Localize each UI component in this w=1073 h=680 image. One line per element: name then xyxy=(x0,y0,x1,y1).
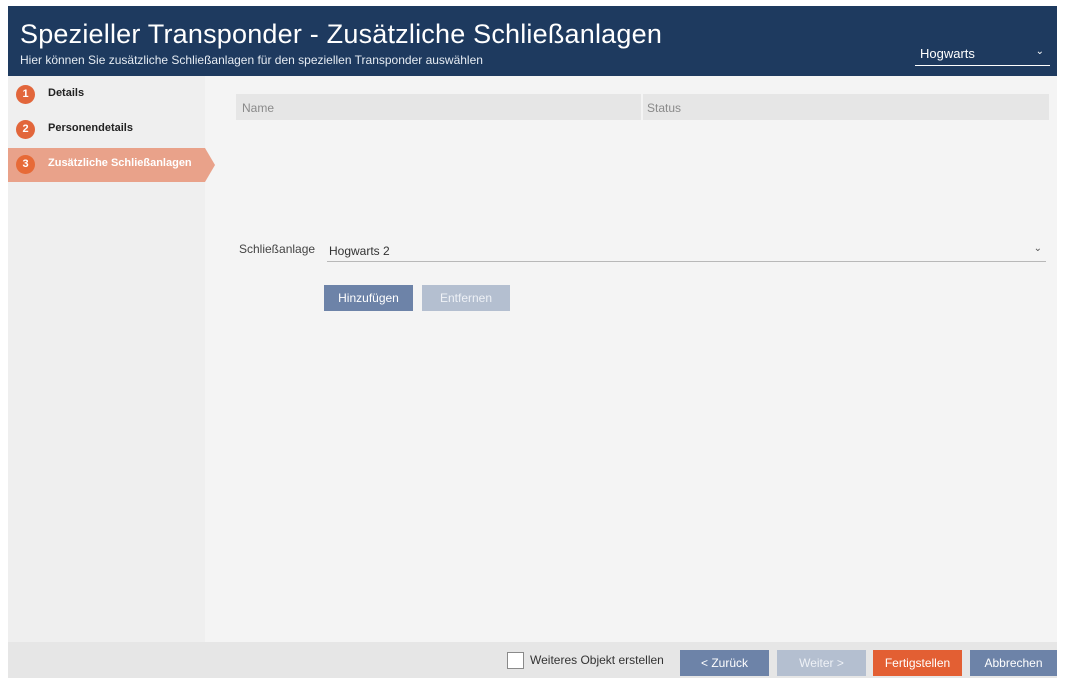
step-number: 2 xyxy=(16,120,35,139)
locking-system-dropdown[interactable]: Hogwarts 2 ⌄ xyxy=(327,240,1046,262)
chevron-down-icon: ⌄ xyxy=(1035,46,1044,57)
step-details[interactable]: 1 Details xyxy=(8,78,205,112)
locking-system-select-value: Hogwarts xyxy=(920,46,975,61)
column-header-name[interactable]: Name xyxy=(242,101,274,115)
step-label: Zusätzliche Schließanlagen xyxy=(48,157,192,169)
back-button[interactable]: < Zurück xyxy=(680,650,769,676)
remove-button[interactable]: Entfernen xyxy=(422,285,510,311)
step-number: 3 xyxy=(16,155,35,174)
wizard-header: Spezieller Transponder - Zusätzliche Sch… xyxy=(8,6,1057,76)
wizard-sidebar: 1 Details 2 Personendetails 3 Zusätzlich… xyxy=(8,76,215,642)
create-another-checkbox[interactable] xyxy=(507,652,524,669)
step-label: Details xyxy=(48,87,85,99)
finish-button[interactable]: Fertigstellen xyxy=(873,650,962,676)
table-header: Name Status xyxy=(236,94,1049,120)
page-subtitle: Hier können Sie zusätzliche Schließanlag… xyxy=(20,53,483,67)
locking-system-dropdown-value: Hogwarts 2 xyxy=(329,244,390,258)
add-button[interactable]: Hinzufügen xyxy=(324,285,413,311)
locking-system-select[interactable]: Hogwarts ⌄ xyxy=(915,43,1050,66)
wizard-window: Spezieller Transponder - Zusätzliche Sch… xyxy=(8,6,1057,678)
column-divider xyxy=(641,94,643,120)
cancel-button[interactable]: Abbrechen xyxy=(970,650,1057,676)
step-personendetails[interactable]: 2 Personendetails xyxy=(8,113,205,147)
page-title: Spezieller Transponder - Zusätzliche Sch… xyxy=(20,19,663,49)
step-zusaetzliche-schliessanlagen[interactable]: 3 Zusätzliche Schließanlagen xyxy=(8,148,215,182)
step-label: Personendetails xyxy=(48,122,133,134)
create-another-label[interactable]: Weiteres Objekt erstellen xyxy=(530,653,664,667)
wizard-footer: Weiteres Objekt erstellen < Zurück Weite… xyxy=(8,642,1057,678)
column-header-status[interactable]: Status xyxy=(647,101,681,115)
next-button[interactable]: Weiter > xyxy=(777,650,866,676)
locking-system-label: Schließanlage xyxy=(239,242,316,256)
step-number: 1 xyxy=(16,85,35,104)
chevron-down-icon: ⌄ xyxy=(1033,243,1042,254)
